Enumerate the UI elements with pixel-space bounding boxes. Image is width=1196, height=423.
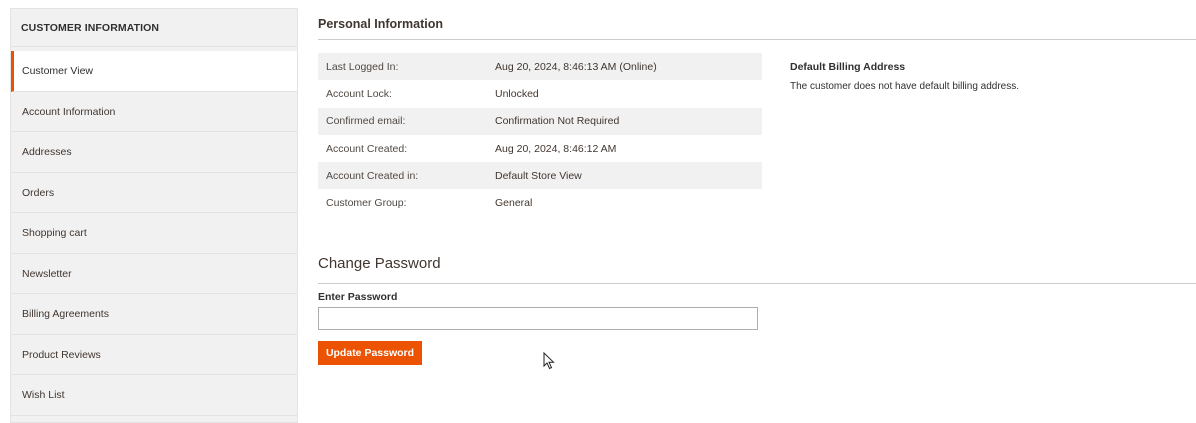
sidebar-item-addresses[interactable]: Addresses	[11, 132, 297, 173]
row-label: Account Created in:	[318, 162, 487, 190]
sidebar-item-billing-agreements[interactable]: Billing Agreements	[11, 294, 297, 335]
password-input[interactable]	[318, 307, 758, 330]
row-value: Unlocked	[495, 87, 539, 100]
row-value: General	[495, 197, 533, 210]
sidebar-title: CUSTOMER INFORMATION	[11, 9, 297, 47]
default-billing-address: Default Billing Address The customer doe…	[790, 61, 1190, 92]
sidebar-item-newsletter[interactable]: Newsletter	[11, 254, 297, 294]
change-password-title: Change Password	[318, 250, 1196, 284]
sidebar-item-wish-list[interactable]: Wish List	[11, 375, 297, 416]
row-label: Last Logged In:	[318, 53, 487, 81]
customer-info-sidebar: CUSTOMER INFORMATION Customer View Accou…	[10, 8, 298, 423]
personal-info-table: Last Logged In: Aug 20, 2024, 8:46:13 AM…	[318, 53, 762, 217]
sidebar-item-account-information[interactable]: Account Information	[11, 92, 297, 132]
row-value: Default Store View	[487, 162, 762, 190]
row-label: Account Lock:	[326, 87, 392, 100]
table-row: Account Lock: Unlocked	[318, 80, 762, 107]
billing-address-title: Default Billing Address	[790, 61, 906, 73]
row-label: Account Created:	[326, 142, 408, 155]
table-row: Customer Group: General	[318, 189, 762, 216]
main-content: Personal Information Last Logged In: Aug…	[318, 8, 1196, 423]
table-row: Last Logged In: Aug 20, 2024, 8:46:13 AM…	[318, 53, 762, 81]
table-row: Confirmed email: Confirmation Not Requir…	[318, 107, 762, 135]
table-row: Account Created in: Default Store View	[318, 162, 762, 190]
table-row: Account Created: Aug 20, 2024, 8:46:12 A…	[318, 135, 762, 162]
update-password-button[interactable]: Update Password	[318, 341, 422, 365]
sidebar-item-orders[interactable]: Orders	[11, 173, 297, 213]
row-value: Confirmation Not Required	[487, 107, 762, 135]
mouse-cursor-icon	[543, 352, 555, 370]
sidebar-item-product-reviews[interactable]: Product Reviews	[11, 335, 297, 375]
personal-information-title: Personal Information	[318, 8, 1196, 40]
row-value: Aug 20, 2024, 8:46:12 AM	[495, 142, 617, 155]
sidebar-item-customer-view[interactable]: Customer View	[11, 51, 297, 92]
enter-password-label: Enter Password	[318, 291, 398, 303]
billing-address-text: The customer does not have default billi…	[790, 81, 1020, 92]
row-label: Confirmed email:	[318, 107, 487, 135]
row-value: Aug 20, 2024, 8:46:13 AM (Online)	[487, 53, 762, 81]
row-label: Customer Group:	[326, 197, 407, 210]
sidebar-item-shopping-cart[interactable]: Shopping cart	[11, 213, 297, 254]
sidebar-nav: Customer View Account Information Addres…	[11, 51, 297, 416]
